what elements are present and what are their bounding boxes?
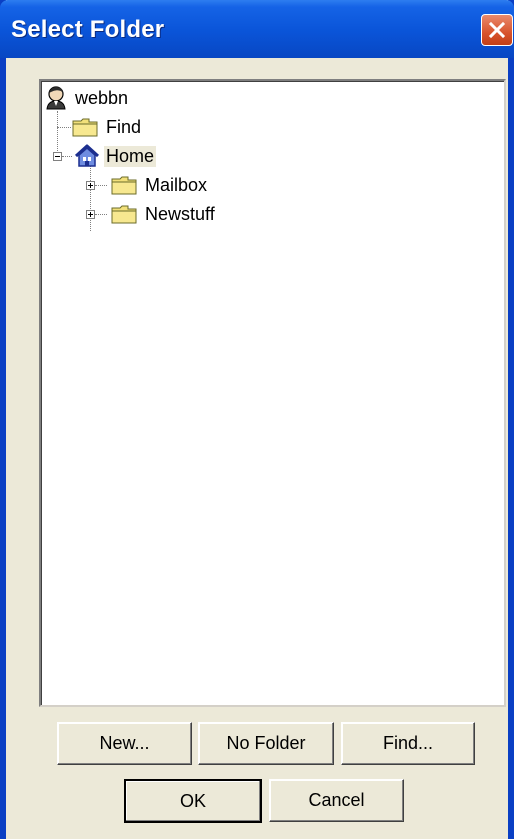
tree-item-newstuff[interactable]: Newstuff [111,201,217,227]
collapse-toggle[interactable] [53,152,62,161]
folder-icon [72,118,98,137]
expand-toggle[interactable] [86,210,95,219]
title-bar[interactable]: Select Folder [0,0,514,58]
tree-item-label: Home [104,145,157,167]
new-folder-button[interactable]: New... [57,722,192,765]
tree-connector [62,156,72,157]
folder-tree[interactable]: webbn Find Home Mailbox Newstuff [39,79,506,707]
tree-item-root[interactable]: webbn [45,85,130,111]
tree-item-find[interactable]: Find [72,114,143,140]
ok-button[interactable]: OK [124,779,262,823]
user-icon [46,86,66,110]
tree-item-label: Find [106,116,142,137]
tree-connector [95,214,107,215]
tree-connector [57,127,71,128]
tree-item-mailbox[interactable]: Mailbox [111,172,209,198]
close-button[interactable] [481,14,513,46]
tree-item-home[interactable]: Home [74,143,157,169]
tree-connector [57,111,58,157]
folder-icon [111,176,137,195]
expand-toggle[interactable] [86,181,95,190]
no-folder-button[interactable]: No Folder [198,722,334,765]
folder-icon [111,205,137,224]
home-icon [74,144,100,167]
tree-connector [90,166,91,231]
tree-item-label: Newstuff [145,203,215,224]
window-title: Select Folder [11,16,165,43]
close-icon [488,21,506,39]
tree-connector [95,185,107,186]
cancel-button[interactable]: Cancel [269,779,404,822]
tree-item-label: webbn [75,87,129,108]
tree-item-label: Mailbox [145,174,208,195]
find-button[interactable]: Find... [341,722,475,765]
select-folder-dialog: Select Folder webbn Find Home Mailbox Ne… [0,0,514,839]
